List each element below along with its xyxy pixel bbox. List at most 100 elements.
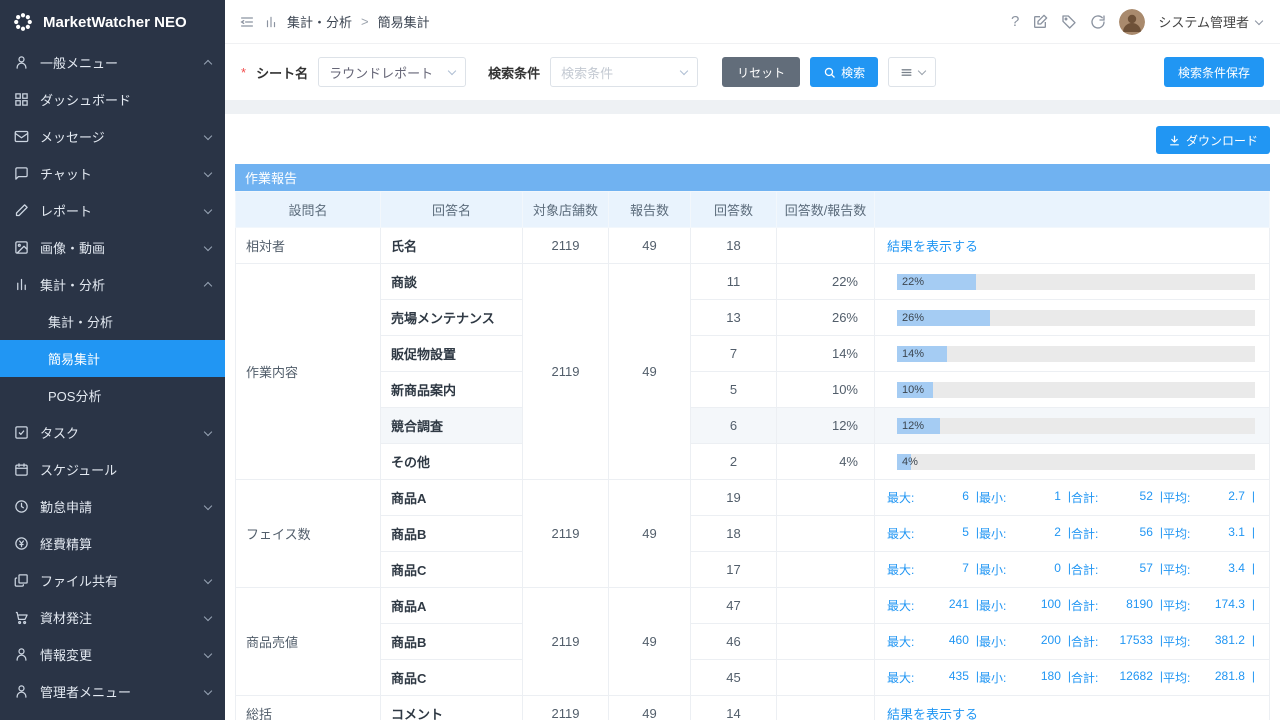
- search-condition-placeholder: 検索条件: [561, 63, 613, 82]
- clock-icon: [14, 499, 30, 514]
- chevron-down-icon: [917, 67, 925, 75]
- question-cell: 作業内容: [236, 264, 381, 480]
- ratio-cell: [777, 696, 875, 720]
- sidebar-item-tasks[interactable]: タスク: [0, 414, 225, 451]
- count-cell: 46: [691, 624, 777, 660]
- refresh-icon[interactable]: [1090, 14, 1106, 30]
- ratio-cell: 10%: [777, 372, 875, 408]
- count-cell: 18: [691, 516, 777, 552]
- answer-cell: 商品C: [381, 552, 523, 588]
- reset-button[interactable]: リセット: [722, 57, 800, 87]
- count-cell: 45: [691, 660, 777, 696]
- sidebar-item-general-menu[interactable]: 一般メニュー: [0, 44, 225, 81]
- result-cell: 4%: [875, 444, 1270, 480]
- breadcrumb-current: 簡易集計: [378, 12, 430, 31]
- search-condition-select[interactable]: 検索条件: [550, 57, 698, 87]
- table-row: 商品売値 商品A 2119 49 47 最大:241| 最小:100| 合計:8…: [236, 588, 1270, 624]
- search-icon: [823, 66, 836, 79]
- header-answers: 回答数: [691, 192, 777, 228]
- filter-bar: * シート名 ラウンドレポート 検索条件 検索条件 リセット 検索 検索条件保存: [225, 44, 1280, 100]
- sheet-name-select[interactable]: ラウンドレポート: [318, 57, 466, 87]
- sidebar-subitem-pos-analysis[interactable]: POS分析: [0, 377, 225, 414]
- search-button[interactable]: 検索: [810, 57, 878, 87]
- count-cell: 19: [691, 480, 777, 516]
- show-results-link[interactable]: 結果を表示する: [887, 707, 978, 720]
- chevron-down-icon: [204, 649, 212, 657]
- sidebar-item-messages[interactable]: メッセージ: [0, 118, 225, 155]
- search-condition-label: 検索条件: [488, 63, 540, 82]
- sidebar: MarketWatcher NEO 一般メニュー ダッシュボード メッセージ チ…: [0, 0, 225, 720]
- chevron-down-icon: [204, 131, 212, 139]
- avatar[interactable]: [1119, 9, 1145, 35]
- answer-cell: 氏名: [381, 228, 523, 264]
- show-results-link[interactable]: 結果を表示する: [887, 239, 978, 254]
- stats-summary: 最大:241| 最小:100| 合計:8190| 平均:174.3|: [887, 597, 1255, 614]
- sidebar-item-material-order[interactable]: 資材発注: [0, 599, 225, 636]
- sidebar-item-admin-menu[interactable]: 管理者メニュー: [0, 673, 225, 710]
- sidebar-item-report[interactable]: レポート: [0, 192, 225, 229]
- chat-bubble-icon: [14, 166, 30, 181]
- sidebar-subitem-aggregation-analysis[interactable]: 集計・分析: [0, 303, 225, 340]
- reports-cell: 49: [609, 228, 691, 264]
- ratio-cell: 4%: [777, 444, 875, 480]
- save-search-conditions-button[interactable]: 検索条件保存: [1164, 57, 1264, 87]
- files-icon: [14, 573, 30, 588]
- count-cell: 2: [691, 444, 777, 480]
- user-menu[interactable]: システム管理者: [1158, 12, 1262, 31]
- header-result: [875, 192, 1270, 228]
- reports-cell: 49: [609, 264, 691, 480]
- sidebar-nav: 一般メニュー ダッシュボード メッセージ チャット レポート: [0, 44, 225, 710]
- question-cell: フェイス数: [236, 480, 381, 588]
- stats-summary: 最大:7| 最小:0| 合計:57| 平均:3.4|: [887, 561, 1255, 578]
- more-options-button[interactable]: [888, 57, 936, 87]
- answer-cell: 商品C: [381, 660, 523, 696]
- answer-cell: 商談: [381, 264, 523, 300]
- help-icon[interactable]: ?: [1011, 13, 1019, 30]
- result-cell: 22%: [875, 264, 1270, 300]
- stores-cell: 2119: [523, 480, 609, 588]
- admin-user-icon: [14, 684, 30, 699]
- count-cell: 18: [691, 228, 777, 264]
- sidebar-subitem-simple-aggregation[interactable]: 簡易集計: [0, 340, 225, 377]
- count-cell: 14: [691, 696, 777, 720]
- sidebar-item-attendance[interactable]: 勤怠申請: [0, 488, 225, 525]
- stores-cell: 2119: [523, 588, 609, 696]
- table-row: 売場メンテナンス 13 26% 26%: [236, 300, 1270, 336]
- ratio-cell: 12%: [777, 408, 875, 444]
- sidebar-item-info-change[interactable]: 情報変更: [0, 636, 225, 673]
- ratio-bar: 12%: [897, 418, 1255, 434]
- sidebar-item-schedule[interactable]: スケジュール: [0, 451, 225, 488]
- sidebar-item-dashboard[interactable]: ダッシュボード: [0, 81, 225, 118]
- question-cell: 総括: [236, 696, 381, 720]
- answer-cell: 新商品案内: [381, 372, 523, 408]
- sidebar-item-images-videos[interactable]: 画像・動画: [0, 229, 225, 266]
- count-cell: 47: [691, 588, 777, 624]
- sidebar-item-chat[interactable]: チャット: [0, 155, 225, 192]
- header-answer: 回答名: [381, 192, 523, 228]
- user-area: ? システム管理者: [1011, 9, 1262, 35]
- chevron-down-icon: [204, 686, 212, 694]
- sidebar-item-aggregation[interactable]: 集計・分析: [0, 266, 225, 303]
- ratio-cell: [777, 552, 875, 588]
- bar-chart-icon: [264, 15, 278, 29]
- stats-summary: 最大:460| 最小:200| 合計:17533| 平均:381.2|: [887, 633, 1255, 650]
- logo-text: MarketWatcher NEO: [43, 14, 187, 31]
- table-row-highlighted: 競合調査 6 12% 12%: [236, 408, 1270, 444]
- table-row: その他 2 4% 4%: [236, 444, 1270, 480]
- table-header-row: 設問名 回答名 対象店舗数 報告数 回答数 回答数/報告数: [236, 192, 1270, 228]
- sidebar-collapse-icon[interactable]: [239, 14, 255, 30]
- edit-note-icon[interactable]: [1032, 14, 1048, 30]
- ratio-cell: [777, 228, 875, 264]
- reports-cell: 49: [609, 696, 691, 720]
- download-button[interactable]: ダウンロード: [1156, 126, 1270, 154]
- ratio-cell: [777, 660, 875, 696]
- sidebar-item-file-sharing[interactable]: ファイル共有: [0, 562, 225, 599]
- sidebar-item-expenses[interactable]: 経費精算: [0, 525, 225, 562]
- tag-icon[interactable]: [1061, 14, 1077, 30]
- chevron-down-icon: [204, 427, 212, 435]
- ratio-cell: 22%: [777, 264, 875, 300]
- reports-cell: 49: [609, 588, 691, 696]
- chevron-down-icon: [1255, 16, 1263, 24]
- breadcrumb-parent[interactable]: 集計・分析: [287, 12, 352, 31]
- app-window: MarketWatcher NEO 一般メニュー ダッシュボード メッセージ チ…: [0, 0, 1280, 720]
